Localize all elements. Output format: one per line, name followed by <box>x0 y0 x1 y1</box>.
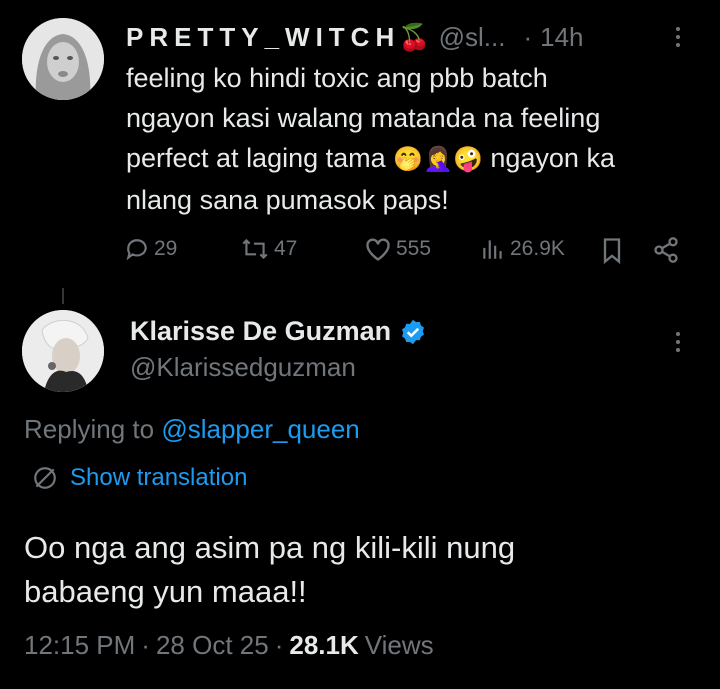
heart-icon <box>366 238 390 261</box>
tweet-time[interactable]: 12:15 PM <box>24 630 135 661</box>
share-button[interactable] <box>652 236 680 264</box>
parent-more-icon[interactable] <box>676 27 680 47</box>
bookmark-icon <box>603 238 621 264</box>
parent-time[interactable]: 14h <box>540 22 583 53</box>
parent-text-line: feeling ko hindi toxic ang pbb batch <box>126 63 548 93</box>
parent-separator: · <box>523 22 533 52</box>
avatar-pretty-witch[interactable] <box>22 18 104 100</box>
thread-connector-line <box>62 288 64 304</box>
repost-button[interactable]: 47 <box>240 236 297 262</box>
emoji-hand-over-mouth: 🤭 <box>393 146 424 173</box>
main-text-line: Oo nga ang asim pa ng kili-kili nung <box>24 530 516 565</box>
main-tweet-header: Klarisse De Guzman <box>130 316 427 347</box>
replying-prefix: Replying to <box>24 414 162 444</box>
main-more-icon[interactable] <box>676 332 680 352</box>
main-display-name[interactable]: Klarisse De Guzman <box>130 316 391 347</box>
parent-text-line: nlang sana pumasok paps! <box>126 185 449 215</box>
views-total: 28.1K <box>289 630 359 660</box>
main-text-line: babaeng yun maaa!! <box>24 574 307 609</box>
avatar-image <box>22 18 104 100</box>
main-tweet-meta: 12:15 PM · 28 Oct 25 · 28.1K Views <box>24 630 434 661</box>
like-count: 555 <box>396 237 432 260</box>
parent-text-segment: ngayon ka <box>490 143 615 173</box>
meta-separator: · <box>141 630 150 660</box>
parent-handle[interactable]: @sl... <box>439 22 506 53</box>
views-button[interactable]: 26.9K <box>480 236 565 262</box>
parent-text-line: ngayon kasi walang matanda na feeling <box>126 103 601 133</box>
emoji-zany-face: 🤪 <box>452 146 483 173</box>
cherry-emoji: 🍒 <box>398 22 431 52</box>
share-icon <box>654 237 678 263</box>
main-tweet-text: Oo nga ang asim pa ng kili-kili nung bab… <box>24 526 704 614</box>
meta-separator: · <box>274 630 284 660</box>
parent-display-name[interactable]: PRETTY_WITCH <box>126 22 400 53</box>
show-translation-label: Show translation <box>70 464 248 491</box>
parent-tweet-header: PRETTY_WITCH 🍒 @sl... · 14h <box>126 22 584 53</box>
reply-count: 29 <box>154 237 178 260</box>
repost-count: 47 <box>274 237 298 260</box>
parent-tweet-text: feeling ko hindi toxic ang pbb batch nga… <box>126 58 706 220</box>
verified-badge-icon <box>402 319 425 344</box>
tweet-date[interactable]: 28 Oct 25 <box>156 630 269 661</box>
replying-to: Replying to @slapper_queen <box>24 414 360 445</box>
reply-button[interactable]: 29 <box>124 236 177 262</box>
views-label: Views <box>364 630 434 660</box>
avatar-klarisse[interactable] <box>22 310 104 392</box>
globe-slash-icon <box>34 467 56 489</box>
emoji-facepalm: 🤦‍♀️ <box>423 146 453 173</box>
parent-text-line: perfect at laging tama 🤭🤦‍♀️🤪 ngayon ka <box>126 138 706 180</box>
avatar-image <box>22 310 104 392</box>
main-handle[interactable]: @Klarissedguzman <box>130 352 356 383</box>
views-count: 26.9K <box>510 237 565 260</box>
parent-text-segment: perfect at laging tama <box>126 143 386 173</box>
like-button[interactable]: 555 <box>364 236 431 262</box>
show-translation-button[interactable]: Show translation <box>32 464 247 492</box>
repost-icon <box>242 238 268 260</box>
bookmark-button[interactable] <box>600 236 624 264</box>
views-icon <box>483 240 502 259</box>
reply-icon <box>126 239 147 261</box>
replying-to-link[interactable]: @slapper_queen <box>161 414 359 444</box>
